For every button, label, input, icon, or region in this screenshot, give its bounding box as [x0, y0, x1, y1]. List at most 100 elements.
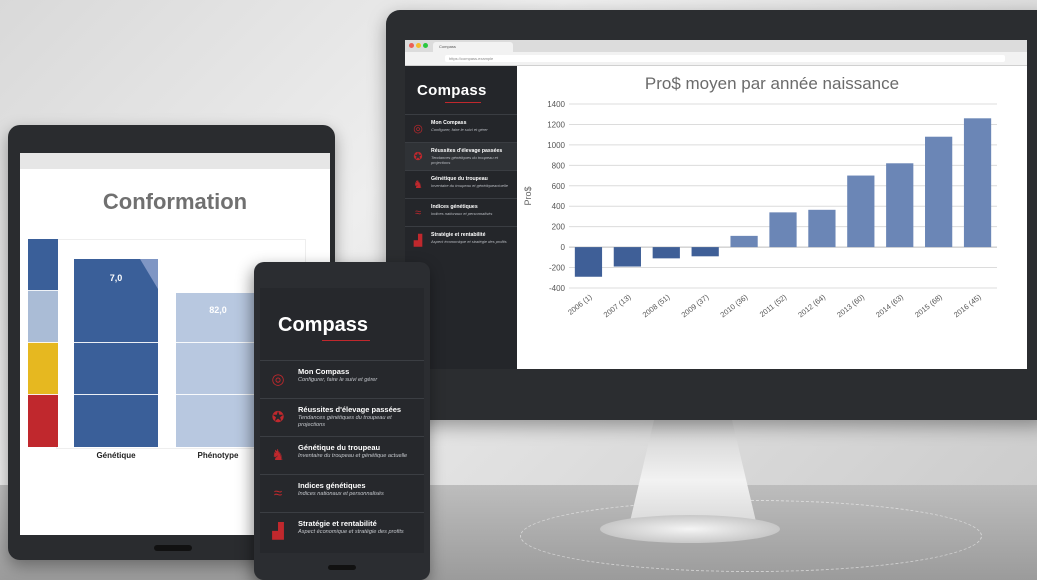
nav-item-title: Mon Compass [431, 120, 467, 126]
y-tick-label: 200 [552, 223, 566, 232]
x-tick-label: 2016 (45) [952, 292, 983, 319]
minimize-window-icon[interactable] [416, 43, 421, 48]
y-tick-label: 1200 [547, 120, 565, 129]
phenotype-label: Phénotype [197, 451, 239, 460]
nav-item-subtitle: Configurer, faire le suivi et gérer [431, 127, 488, 132]
x-tick-label: 2008 (51) [641, 292, 672, 319]
phone-nav-strategie[interactable]: ▟ Stratégie et rentabilité Aspect économ… [260, 512, 424, 550]
phenotype-bar[interactable] [176, 293, 260, 447]
browser-tab-label: Compass [439, 44, 456, 49]
monitor-stand [628, 420, 758, 530]
nav-item-genetique-troupeau[interactable]: ♞ Génétique du troupeau Inventaire du tr… [405, 170, 517, 198]
address-bar[interactable]: https://compass.example [445, 55, 1005, 62]
nav-item-subtitle: Configurer, faire le suivi et gérer [298, 377, 378, 383]
segment-yellow [28, 342, 58, 394]
chart-bar [613, 247, 641, 267]
nav-item-mon-compass[interactable]: ◎ Mon Compass Configurer, faire le suivi… [405, 114, 517, 142]
nav-item-indices[interactable]: ≈ Indices génétiques Indices nationaux e… [405, 198, 517, 226]
phone-nav-indices[interactable]: ≈ Indices génétiques Indices nationaux e… [260, 474, 424, 512]
browser-tab-bar: Compass [405, 40, 1027, 52]
dna-icon: ≈ [414, 207, 422, 219]
conformation-title: Conformation [102, 189, 248, 214]
y-tick-label: 1000 [547, 141, 565, 150]
phone-home-button[interactable] [328, 565, 356, 570]
compass-logo[interactable]: Compass [417, 82, 487, 99]
nav-item-subtitle: Indices nationaux et personnalisés [298, 491, 384, 497]
tablet-browser-bar [20, 153, 330, 169]
phone-nav-list: ◎ Mon Compass Configurer, faire le suivi… [260, 360, 424, 550]
chart-bar [963, 118, 992, 248]
nav-item-strategie[interactable]: ▟ Stratégie et rentabilité Aspect économ… [405, 226, 517, 254]
phone-nav-mon-compass[interactable]: ◎ Mon Compass Configurer, faire le suivi… [260, 360, 424, 398]
award-icon: ✪ [413, 151, 423, 163]
nav-item-title: Génétique du troupeau [431, 176, 488, 182]
phone-nav-genetique[interactable]: ♞ Génétique du troupeau Inventaire du tr… [260, 436, 424, 474]
chart-bar [769, 212, 797, 248]
phenotype-value: 82,0 [209, 305, 227, 315]
growth-chart-icon: ▟ [272, 523, 284, 540]
growth-chart-icon: ▟ [413, 235, 423, 247]
browser-toolbar: https://compass.example [405, 52, 1027, 66]
nav-item-subtitle: Tendances génétiques du troupeau et proj… [298, 415, 392, 428]
close-window-icon[interactable] [409, 43, 414, 48]
y-axis-label: Pro$ [523, 186, 533, 205]
nav-item-reussites[interactable]: ✪ Réussites d'élevage passées Tendances … [405, 142, 517, 170]
nav-item-title: Génétique du troupeau [298, 443, 381, 452]
phone-screen: Compass ◎ Mon Compass Configurer, faire … [260, 288, 424, 553]
chart-panel: Pro$ moyen par année naissance -400 -200 0… [517, 66, 1027, 369]
segment-red [28, 394, 58, 447]
award-icon: ✪ [271, 409, 285, 426]
genetique-bar[interactable] [74, 259, 158, 447]
chart-bar [574, 247, 603, 277]
compass-logo[interactable]: Compass [278, 314, 368, 337]
dna-icon: ≈ [273, 485, 283, 502]
segment-dark-blue [28, 239, 58, 290]
compass-icon: ◎ [271, 371, 285, 388]
tablet-home-button[interactable] [154, 545, 192, 551]
desktop-monitor: Compass https://compass.example Compass … [386, 10, 1037, 420]
nav-item-subtitle: Aspect économique et stratégie des profi… [298, 529, 404, 535]
y-tick-label: 800 [552, 161, 566, 170]
desktop-screen: Compass https://compass.example Compass … [405, 40, 1027, 369]
nav-item-title: Réussites d'élevage passées [431, 148, 503, 154]
browser-tab[interactable]: Compass [433, 42, 513, 52]
desktop-nav-list: ◎ Mon Compass Configurer, faire le suivi… [405, 114, 517, 254]
cow-icon: ♞ [413, 179, 423, 191]
nav-item-subtitle: Tendances génétiques du troupeau et proj… [431, 155, 499, 165]
logo-underline [322, 340, 370, 341]
x-tick-label: 2007 (13) [602, 292, 633, 319]
x-tick-label: 2010 (36) [718, 292, 749, 319]
y-tick-label: 0 [561, 243, 566, 252]
chart-bar [691, 247, 719, 257]
address-bar-text: https://compass.example [449, 56, 494, 61]
nav-item-title: Réussites d'élevage passées [298, 405, 402, 414]
x-tick-label: 2015 (68) [913, 292, 944, 319]
nav-item-title: Indices génétiques [431, 204, 478, 210]
segment-light-blue [28, 290, 58, 342]
nav-item-subtitle: Indices nationaux et personnalisés [431, 211, 493, 216]
logo-text: Compass [417, 82, 487, 99]
y-tick-label: 400 [552, 202, 566, 211]
y-tick-label: 600 [552, 182, 566, 191]
maximize-window-icon[interactable] [423, 43, 428, 48]
genetique-label: Génétique [96, 451, 136, 460]
y-tick-label: -200 [549, 264, 566, 273]
x-tick-label: 2013 (60) [835, 292, 866, 319]
chart-bar [886, 163, 914, 248]
chart-bar [847, 175, 875, 248]
genetique-value: 7,0 [109, 273, 123, 283]
y-tick-label: -400 [549, 284, 566, 293]
nav-item-subtitle: Inventaire du troupeau et génétique actu… [298, 453, 408, 459]
phone-device: Compass ◎ Mon Compass Configurer, faire … [254, 262, 430, 580]
cow-icon: ♞ [271, 447, 285, 464]
logo-text: Compass [278, 314, 369, 336]
nav-item-title: Stratégie et rentabilité [431, 232, 486, 238]
nav-item-title: Indices génétiques [298, 481, 366, 490]
x-tick-label: 2006 (1) [566, 292, 594, 317]
monitor-base [600, 515, 780, 543]
phone-nav-reussites[interactable]: ✪ Réussites d'élevage passées Tendances … [260, 398, 424, 436]
chart-bar [730, 235, 758, 248]
x-tick-label: 2014 (63) [874, 292, 905, 319]
x-tick-label: 2012 (64) [796, 292, 827, 319]
nav-item-title: Mon Compass [298, 367, 350, 376]
